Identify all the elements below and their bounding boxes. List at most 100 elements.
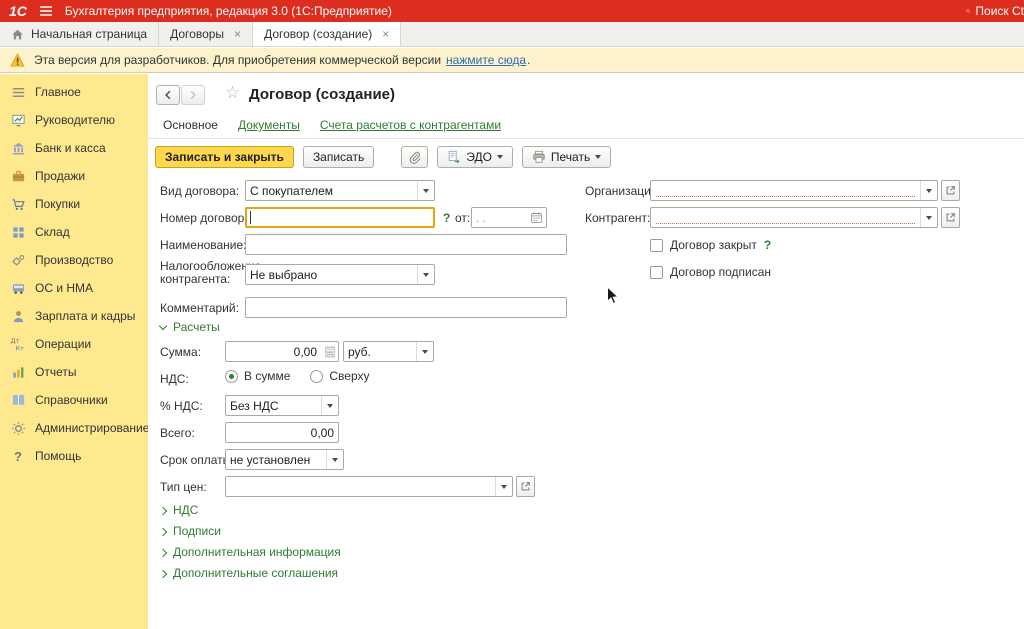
page-title: Договор (создание) [249,86,395,103]
nav-divider [148,138,1024,139]
sidebar-item-bank-i-kassa[interactable]: Банк и касса [0,134,148,162]
sidebar-item-os-i-nma[interactable]: ОС и НМА [0,274,148,302]
edo-doc-icon [447,150,461,164]
dropdown-arrow-icon[interactable] [495,477,512,496]
dropdown-arrow-icon[interactable] [416,342,433,361]
dropdown-arrow-icon[interactable] [417,181,434,200]
sidebar-item-prodazhi[interactable]: Продажи [0,162,148,190]
open-icon [945,212,956,223]
save-button[interactable]: Записать [303,146,374,168]
contract-closed-help[interactable]: ? [764,238,771,252]
section-podpisi[interactable]: Подписи [160,524,221,538]
chevron-right-icon [159,548,167,556]
sidebar-item-administrirovanie[interactable]: Администрирование [0,414,148,442]
contract-number-input[interactable] [245,207,435,228]
close-icon[interactable]: × [382,27,389,41]
tab-label: Договоры [170,27,224,41]
sidebar-item-rukovoditelyu[interactable]: Руководителю [0,106,148,134]
currency-select[interactable]: руб. [343,341,434,362]
taxation-select[interactable]: Не выбрано [245,264,435,285]
dropdown-arrow-icon[interactable] [326,450,343,469]
dtkt-icon: ДтКт [10,336,26,352]
price-type-select[interactable] [225,476,513,497]
nav-link-dokumenty[interactable]: Документы [238,118,300,132]
sidebar-item-zarplata-i-kadry[interactable]: Зарплата и кадры [0,302,148,330]
date-from-label: от: [455,211,470,225]
taxation-label: Налогообложение контрагента: [160,260,245,286]
save-close-button[interactable]: Записать и закрыть [155,146,294,168]
price-type-label: Тип цен: [160,480,207,494]
counterparty-open-button[interactable] [941,207,960,228]
edo-button[interactable]: ЭДО [437,146,513,168]
name-input[interactable] [245,234,567,255]
form-toolbar: Записать и закрыть Записать ЭДО Печать [155,146,611,168]
forward-button[interactable] [181,85,205,105]
dropdown-arrow-icon[interactable] [321,396,338,415]
arrow-left-icon [162,89,174,101]
amount-input[interactable]: 0,00 [225,341,339,362]
dropdown-arrow-icon[interactable] [920,208,937,227]
chevron-down-icon [497,155,503,159]
buy-version-link[interactable]: нажмите сюда [446,53,526,67]
tab-bar: Начальная страница Договоры × Договор (с… [0,22,1024,47]
section-dop-informaciya[interactable]: Дополнительная информация [160,545,341,559]
nav-tab-osnovnoe[interactable]: Основное [163,118,218,132]
contract-signed-checkbox[interactable] [650,266,663,279]
section-nds[interactable]: НДС [160,503,198,517]
price-type-open-button[interactable] [516,476,535,497]
total-label: Всего: [160,426,195,440]
section-dop-soglasheniya[interactable]: Дополнительные соглашения [160,566,338,580]
chevron-down-icon [159,322,167,330]
calendar-icon[interactable] [527,208,546,227]
total-input[interactable]: 0,00 [225,422,339,443]
amount-label: Сумма: [160,345,201,359]
contract-form: ☆ Договор (создание) Основное Документы … [148,74,1024,629]
tab-label: Начальная страница [31,27,147,41]
comment-input[interactable] [245,297,567,318]
sidebar-item-pokupki[interactable]: Покупки [0,190,148,218]
print-button[interactable]: Печать [522,146,611,168]
organization-select[interactable] [650,180,938,201]
close-icon[interactable]: × [234,27,241,41]
warning-text: Эта версия для разработчиков. Для приобр… [34,53,441,67]
dropdown-arrow-icon[interactable] [417,265,434,284]
printer-icon [532,150,546,164]
radio-sverhu[interactable] [310,370,323,383]
payment-due-select[interactable]: не установлен [225,449,344,470]
contract-type-select[interactable]: С покупателем [245,180,435,201]
contract-closed-checkbox[interactable] [650,239,663,252]
favorite-star-icon[interactable]: ☆ [225,83,240,103]
organization-open-button[interactable] [941,180,960,201]
book-icon [10,392,26,408]
nav-link-scheta-raschetov[interactable]: Счета расчетов с контрагентами [320,118,501,132]
question-icon: ? [10,448,26,464]
tab-dogovor-sozdanie[interactable]: Договор (создание) × [253,22,401,46]
contract-number-label: Номер договора: [160,211,254,225]
sidebar-item-otchety[interactable]: Отчеты [0,358,148,386]
search-label: Поиск Ct [975,4,1024,18]
menu-icon [10,84,26,100]
section-raschety[interactable]: Расчеты [160,320,220,334]
contract-closed-row: Договор закрыт ? [650,238,771,252]
vat-rate-select[interactable]: Без НДС [225,395,339,416]
dropdown-arrow-icon[interactable] [920,181,937,200]
calculator-icon[interactable] [321,342,338,361]
tab-home[interactable]: Начальная страница [0,22,159,46]
sidebar-item-proizvodstvo[interactable]: Производство [0,246,148,274]
global-search[interactable]: Поиск Ct [960,0,1024,22]
contract-number-help[interactable]: ? [443,211,450,225]
back-button[interactable] [156,85,180,105]
radio-v-summe[interactable] [225,370,238,383]
attach-button[interactable] [401,146,428,168]
sidebar-item-operacii[interactable]: ДтКт Операции [0,330,148,358]
date-from-input[interactable]: . . [471,207,547,228]
sidebar-item-sklad[interactable]: Склад [0,218,148,246]
sidebar-item-pomosch[interactable]: ? Помощь [0,442,148,470]
counterparty-select[interactable] [650,207,938,228]
sidebar-item-glavnoe[interactable]: Главное [0,78,148,106]
counterparty-label: Контрагент: [585,211,650,225]
tab-dogovory[interactable]: Договоры × [159,22,253,46]
contract-type-label: Вид договора: [160,184,239,198]
sidebar-item-spravochniki[interactable]: Справочники [0,386,148,414]
main-menu-button[interactable] [39,5,53,17]
